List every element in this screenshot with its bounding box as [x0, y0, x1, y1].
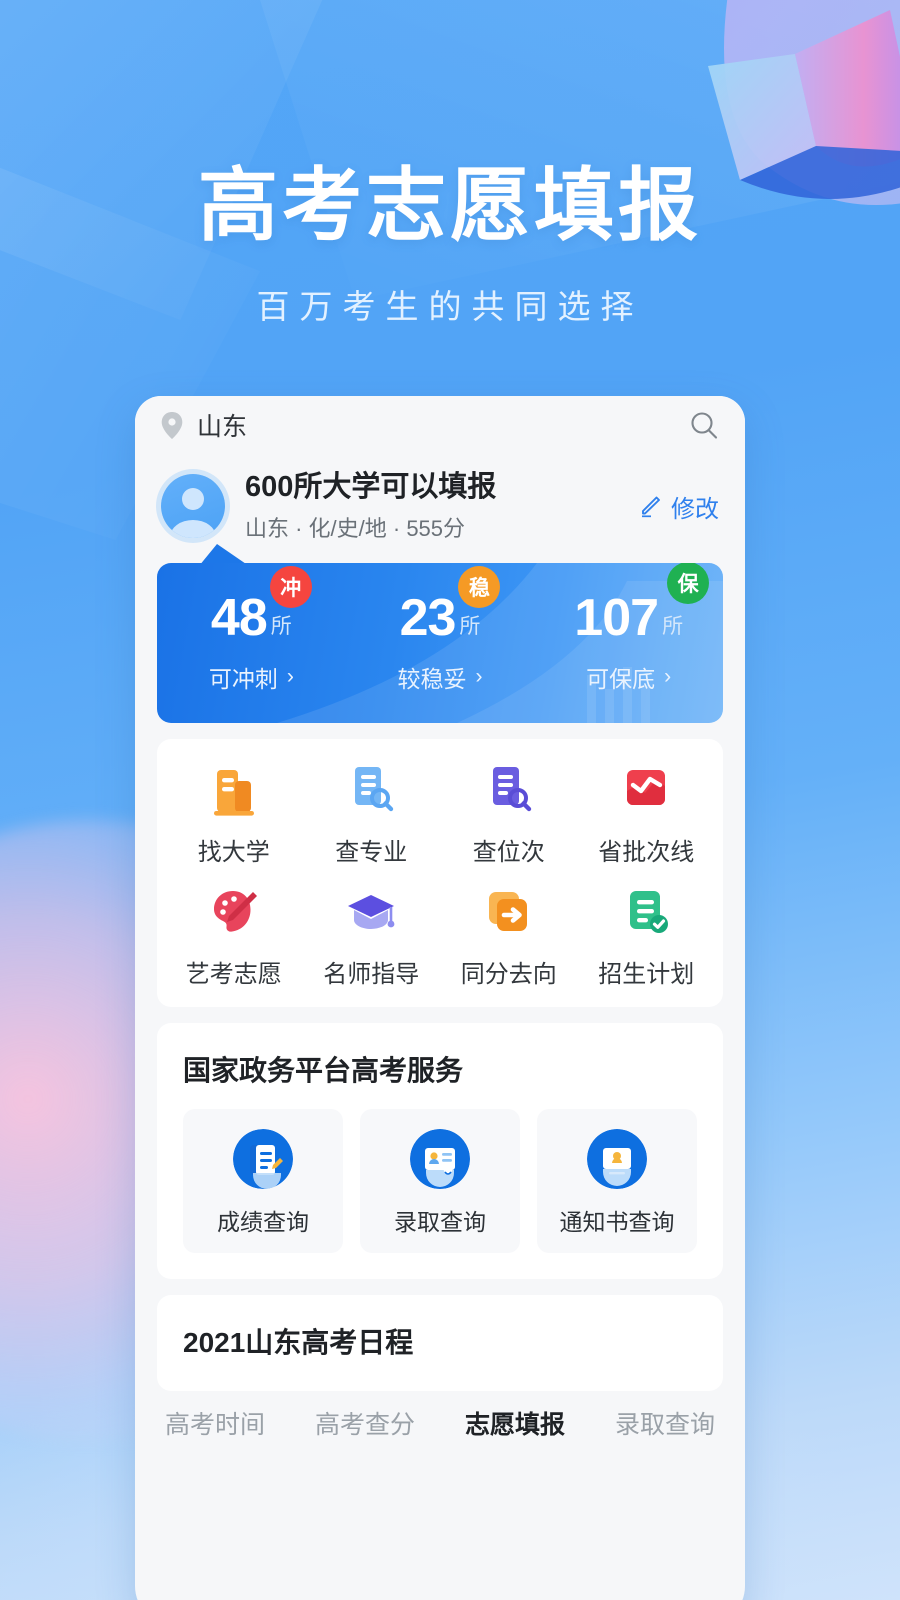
user-title: 600所大学可以填报: [245, 471, 497, 503]
grid-item-find-university[interactable]: 找大学: [165, 761, 303, 867]
stat-badge: 冲: [269, 565, 312, 608]
palette-icon: [213, 890, 257, 932]
gov-item-score-query[interactable]: 成绩查询: [183, 1108, 343, 1253]
gov-item-label: 录取查询: [394, 1208, 486, 1235]
gov-section-title: 国家政务平台高考服务: [183, 1054, 464, 1086]
grid-item-province-line[interactable]: 省批次线: [578, 761, 716, 867]
gov-item-notice-query[interactable]: 通知书查询: [537, 1108, 697, 1253]
doc-search-purple-icon: [492, 766, 531, 811]
stat-value-group: 23 所 稳: [399, 565, 501, 647]
schedule-card: 2021山东高考日程: [157, 1294, 723, 1391]
gov-item-admission-query[interactable]: 录取查询: [360, 1108, 520, 1253]
gov-item-label: 通知书查询: [559, 1208, 675, 1235]
grid-item-art-application[interactable]: 艺考志愿: [165, 883, 303, 989]
grid-item-label: 艺考志愿: [185, 960, 282, 988]
admission-query-icon: [410, 1128, 470, 1189]
stat-label: 可保底: [586, 665, 656, 692]
chevron-right-icon: ›: [475, 664, 483, 688]
function-grid: 找大学 查专业 查位次 省批次线 艺考志愿 名师指导 同分去向 招生计划: [157, 739, 723, 1007]
location-label[interactable]: 山东: [197, 407, 247, 443]
edit-profile-label: 修改: [671, 495, 719, 523]
grid-item-search-major[interactable]: 查专业: [303, 761, 441, 867]
grid-item-teacher-guide[interactable]: 名师指导: [303, 883, 441, 989]
arrow-right-card-icon: [488, 891, 527, 931]
search-icon[interactable]: [689, 410, 719, 440]
edit-profile-button[interactable]: 修改: [640, 489, 719, 524]
stat-label-group: 较稳妥 ›: [398, 660, 483, 694]
pencil-icon: [642, 496, 660, 518]
chevron-right-icon: ›: [664, 664, 672, 688]
stats-card-wrapper: 48 所 冲 可冲刺 › 23 所 稳 较稳妥 › 107 所 保 可保底 ›: [157, 543, 723, 723]
stats-card: 48 所 冲 可冲刺 › 23 所 稳 较稳妥 › 107 所 保 可保底 ›: [157, 562, 723, 723]
stat-unit: 所: [662, 614, 684, 638]
tab-score-check[interactable]: 高考查分: [315, 1405, 415, 1441]
page-subtitle: 百万考生的共同选择: [256, 288, 644, 325]
stat-item-bao[interactable]: 107 所 保 可保底 ›: [534, 562, 723, 723]
score-query-icon: [233, 1128, 293, 1189]
user-row: 600所大学可以填报 山东 · 化/史/地 · 555分 修改: [135, 454, 745, 543]
tab-admission-check[interactable]: 录取查询: [615, 1405, 715, 1441]
grid-item-label: 省批次线: [598, 838, 695, 866]
page-title: 高考志愿填报: [198, 161, 702, 250]
notice-query-icon: [587, 1128, 647, 1189]
schedule-title: 2021山东高考日程: [183, 1326, 414, 1358]
location-pin-icon: [161, 411, 183, 439]
stat-item-wen[interactable]: 23 所 稳 较稳妥 ›: [346, 563, 535, 723]
grid-item-label: 找大学: [197, 838, 270, 866]
grid-item-label: 查专业: [335, 838, 408, 866]
location-bar: 山东: [135, 396, 745, 454]
stat-label: 较稳妥: [397, 665, 467, 692]
stat-value-group: 107 所 保: [574, 562, 710, 647]
graduation-cap-icon: [348, 894, 395, 929]
gov-services-list: 成绩查询 录取查询 通知书查询: [157, 1089, 723, 1279]
stat-label-group: 可冲刺 ›: [209, 660, 294, 694]
stat-value: 23: [399, 588, 457, 647]
stat-value: 48: [210, 588, 268, 647]
stat-value-group: 48 所 冲: [210, 565, 312, 647]
building-icon: [213, 769, 254, 816]
grid-item-enrollment-plan[interactable]: 招生计划: [578, 883, 716, 989]
stat-unit: 所: [270, 614, 292, 638]
doc-check-icon: [630, 890, 669, 933]
chart-line-icon: [627, 769, 666, 805]
stat-label-group: 可保底 ›: [586, 660, 671, 694]
tab-volunteer-fill[interactable]: 志愿填报: [465, 1405, 565, 1441]
avatar-body: [170, 520, 216, 539]
grid-item-label: 名师指导: [323, 960, 420, 988]
phone-mockup: 山东 600所大学可以填报 山东 · 化/史/地 · 555分 修改 48 所 …: [135, 396, 745, 1600]
stat-item-chong[interactable]: 48 所 冲 可冲刺 ›: [157, 563, 346, 723]
function-grid-card: 找大学 查专业 查位次 省批次线 艺考志愿 名师指导 同分去向 招生计划: [157, 738, 723, 1007]
stats-row: 48 所 冲 可冲刺 › 23 所 稳 较稳妥 › 107 所 保 可保底 ›: [157, 562, 723, 723]
tab-exam-time[interactable]: 高考时间: [165, 1405, 265, 1441]
gov-services-card: 国家政务平台高考服务 成绩查询 录取查询 通知书查询: [157, 1022, 723, 1279]
schedule-tabs: 高考时间 高考查分 志愿填报 录取查询: [135, 1391, 745, 1441]
user-info: 600所大学可以填报 山东 · 化/史/地 · 555分: [245, 470, 640, 543]
grid-item-label: 招生计划: [598, 960, 695, 988]
grid-item-label: 同分去向: [460, 960, 557, 988]
user-subtitle: 山东 · 化/史/地 · 555分: [245, 515, 466, 541]
stat-label: 可冲刺: [208, 665, 278, 692]
doc-search-blue-icon: [355, 766, 394, 811]
grid-item-label: 查位次: [472, 838, 545, 866]
stat-badge: 保: [667, 562, 710, 604]
avatar-head: [182, 488, 204, 511]
stat-badge: 稳: [458, 565, 501, 608]
user-avatar-icon[interactable]: [161, 474, 225, 539]
hero-section: 高考志愿填报 百万考生的共同选择: [0, 0, 900, 328]
grid-item-search-rank[interactable]: 查位次: [440, 761, 578, 867]
grid-item-same-score[interactable]: 同分去向: [440, 883, 578, 989]
gov-item-label: 成绩查询: [217, 1208, 309, 1235]
stat-unit: 所: [459, 614, 481, 638]
chevron-right-icon: ›: [286, 664, 294, 688]
stat-value: 107: [574, 588, 659, 647]
